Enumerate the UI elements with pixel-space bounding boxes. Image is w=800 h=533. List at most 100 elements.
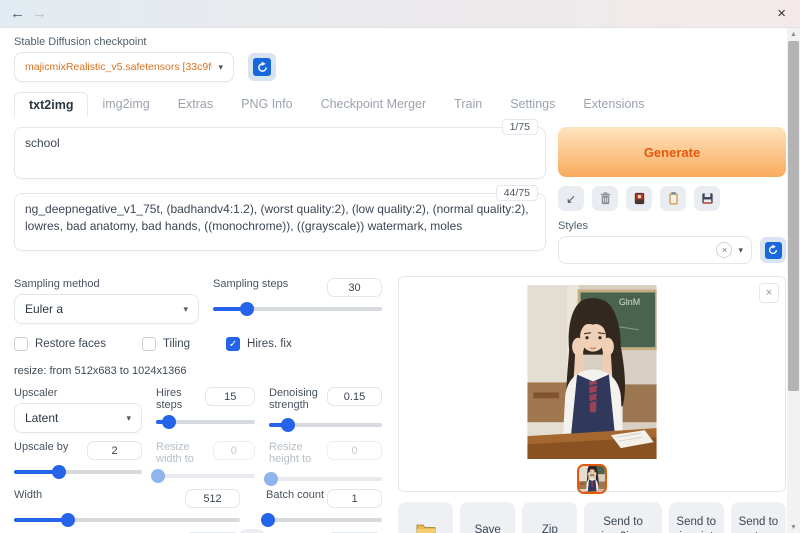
send-to-extras-button[interactable]: Send to extras	[731, 502, 786, 533]
clear-styles-icon[interactable]: ×	[716, 242, 732, 258]
tab-checkpoint-merger[interactable]: Checkpoint Merger	[307, 92, 441, 117]
clipboard-icon	[666, 191, 681, 206]
tab-txt2img[interactable]: txt2img	[14, 92, 88, 117]
resize-width-label: Resize width to	[156, 441, 213, 465]
generated-image[interactable]	[527, 285, 657, 459]
batch-count-input[interactable]: 1	[327, 489, 382, 508]
tab-extensions[interactable]: Extensions	[569, 92, 658, 117]
slider-thumb	[151, 469, 165, 483]
send-to-img2img-button[interactable]: Send to img2img	[584, 502, 661, 533]
batch-count-slider[interactable]	[266, 518, 382, 522]
checkbox-icon	[14, 337, 28, 351]
slider-thumb[interactable]	[240, 302, 254, 316]
styles-dropdown[interactable]: × ▾	[558, 236, 752, 264]
send-to-inpaint-button[interactable]: Send to inpaint	[669, 502, 724, 533]
gallery-close-icon[interactable]: ×	[759, 283, 779, 303]
floppy-icon	[700, 191, 715, 206]
upscale-by-input[interactable]: 2	[87, 441, 142, 460]
extra-networks-button[interactable]	[626, 186, 652, 211]
generate-button[interactable]: Generate	[558, 127, 786, 177]
sampling-steps-input[interactable]: 30	[327, 278, 382, 297]
chevron-down-icon: ▾	[183, 304, 188, 315]
tab-bar: txt2img img2img Extras PNG Info Checkpoi…	[14, 92, 786, 117]
sampling-method-dropdown[interactable]: Euler a ▾	[14, 294, 199, 324]
resize-height-label: Resize height to	[269, 441, 327, 465]
width-input[interactable]: 512	[185, 489, 240, 508]
titlebar: ← → ×	[0, 0, 800, 28]
swap-dimensions-button[interactable]: ⇅	[240, 529, 264, 533]
prompt-input[interactable]: school	[14, 127, 546, 179]
page-scrollbar[interactable]: ▲ ▼	[787, 28, 800, 533]
refresh-icon	[253, 58, 271, 76]
zip-button[interactable]: Zip	[522, 502, 577, 533]
output-gallery: ×	[398, 276, 786, 492]
tab-train[interactable]: Train	[440, 92, 496, 117]
gallery-thumbnail-selected[interactable]	[577, 464, 607, 494]
tab-img2img[interactable]: img2img	[88, 92, 163, 117]
width-slider[interactable]	[14, 518, 240, 522]
apply-styles-button[interactable]	[660, 186, 686, 211]
batch-count-label: Batch count	[266, 489, 324, 501]
hires-steps-slider[interactable]	[156, 420, 255, 424]
tab-png-info[interactable]: PNG Info	[227, 92, 306, 117]
card-icon	[632, 191, 647, 206]
scrollbar-thumb[interactable]	[788, 41, 799, 391]
slider-thumb[interactable]	[281, 418, 295, 432]
sampling-method-value: Euler a	[25, 302, 177, 316]
checkbox-checked-icon: ✓	[226, 337, 240, 351]
chevron-down-icon: ▾	[218, 62, 223, 73]
chevron-down-icon: ▾	[126, 413, 131, 424]
width-label: Width	[14, 489, 42, 501]
scrollbar-up-icon[interactable]: ▲	[787, 28, 800, 40]
resize-info-text: resize: from 512x683 to 1024x1366	[14, 365, 382, 377]
negative-prompt-input[interactable]: ng_deepnegative_v1_75t, (badhandv4:1.2),…	[14, 193, 546, 251]
upscaler-label: Upscaler	[14, 387, 142, 399]
upscale-by-slider[interactable]	[14, 470, 142, 474]
tab-settings[interactable]: Settings	[496, 92, 569, 117]
resize-height-slider	[269, 477, 382, 481]
clear-prompt-button[interactable]	[592, 186, 618, 211]
save-style-button[interactable]	[694, 186, 720, 211]
sampling-steps-slider[interactable]	[213, 307, 382, 311]
resize-width-input: 0	[213, 441, 255, 460]
tiling-checkbox[interactable]: Tiling	[142, 337, 190, 351]
slider-thumb[interactable]	[162, 415, 176, 429]
checkpoint-dropdown[interactable]: majicmixRealistic_v5.safetensors [33c9f6…	[14, 52, 234, 82]
denoising-label: Denoising strength	[269, 387, 327, 411]
slider-thumb[interactable]	[61, 513, 75, 527]
denoising-input[interactable]: 0.15	[327, 387, 382, 406]
resize-width-slider	[156, 474, 255, 478]
open-folder-button[interactable]	[398, 502, 453, 533]
negative-prompt-token-counter: 44/75	[496, 185, 538, 201]
checkpoint-label: Stable Diffusion checkpoint	[14, 36, 786, 48]
prompt-token-counter: 1/75	[502, 119, 538, 135]
slider-thumb[interactable]	[52, 465, 66, 479]
thumbnail-image	[579, 466, 605, 492]
scrollbar-down-icon[interactable]: ▼	[787, 521, 800, 533]
styles-refresh-button[interactable]	[760, 237, 786, 263]
hires-steps-input[interactable]: 15	[205, 387, 255, 406]
sampling-method-label: Sampling method	[14, 278, 199, 290]
styles-label: Styles	[558, 220, 786, 232]
paste-arrow-icon: ↙	[566, 192, 576, 206]
main-content: Stable Diffusion checkpoint majicmixReal…	[0, 28, 800, 533]
hires-steps-label: Hires steps	[156, 387, 205, 411]
restore-faces-checkbox[interactable]: Restore faces	[14, 337, 106, 351]
paste-params-button[interactable]: ↙	[558, 186, 584, 211]
tab-extras[interactable]: Extras	[164, 92, 227, 117]
upscaler-value: Latent	[25, 411, 120, 425]
checkpoint-refresh-button[interactable]	[248, 53, 276, 81]
resize-height-input: 0	[327, 441, 382, 460]
denoising-slider[interactable]	[269, 423, 382, 427]
hires-fix-checkbox[interactable]: ✓ Hires. fix	[226, 337, 292, 351]
window-close-icon[interactable]: ×	[773, 5, 790, 22]
forward-arrow-icon[interactable]: →	[32, 5, 54, 22]
slider-thumb	[264, 472, 278, 486]
back-arrow-icon[interactable]: ←	[10, 5, 32, 22]
save-button[interactable]: Save	[460, 502, 515, 533]
trash-icon	[598, 191, 613, 206]
upscaler-dropdown[interactable]: Latent ▾	[14, 403, 142, 433]
folder-icon	[416, 522, 436, 533]
slider-thumb[interactable]	[261, 513, 275, 527]
sampling-steps-label: Sampling steps	[213, 278, 288, 290]
